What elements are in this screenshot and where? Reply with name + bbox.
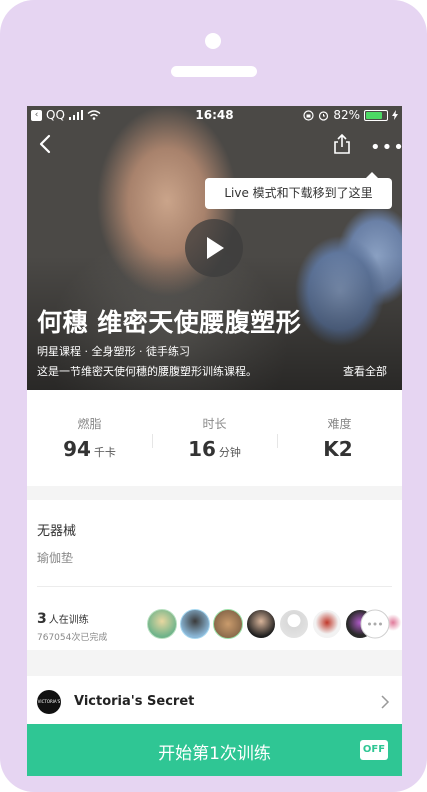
brand-logo: VICTORIA'S SECRET xyxy=(37,690,61,728)
more-dots-icon[interactable]: ••• xyxy=(370,137,402,158)
training-now-count: 3 人在训练 xyxy=(37,611,89,627)
course-tags: 明星课程 · 全身塑形 · 徒手练习 xyxy=(37,345,190,358)
offline-toggle[interactable]: OFF xyxy=(360,740,388,760)
equipment-section: 无器械 瑜伽垫 xyxy=(27,500,402,588)
orientation-lock-icon xyxy=(303,109,314,121)
share-icon[interactable] xyxy=(332,134,352,154)
play-icon xyxy=(207,237,224,259)
alarm-icon xyxy=(319,110,329,121)
earpiece-speaker xyxy=(171,66,257,77)
stat-unit: 分钟 xyxy=(218,446,241,459)
more-avatars-icon[interactable] xyxy=(360,609,390,639)
completed-count: 767054次已完成 xyxy=(37,633,108,643)
section-divider xyxy=(37,586,392,587)
avatar[interactable] xyxy=(213,609,243,639)
brand-name: Victoria's Secret xyxy=(74,694,195,709)
charging-icon xyxy=(392,110,398,120)
status-right: 82% xyxy=(303,108,398,122)
stat-label: 难度 xyxy=(327,417,352,431)
battery-icon xyxy=(364,109,388,121)
stat-calories: 燃脂 94 千卡 xyxy=(27,390,152,486)
avatar[interactable] xyxy=(246,609,276,639)
view-all-link[interactable]: 查看全部 xyxy=(343,363,387,379)
equipment-item: 瑜伽垫 xyxy=(37,551,74,565)
stat-difficulty: 难度 K2 xyxy=(277,390,402,486)
stat-unit: 千卡 xyxy=(93,446,116,459)
battery-percent: 82% xyxy=(333,108,360,122)
stat-value: 16 xyxy=(188,437,216,461)
start-training-label: 开始第1次训练 xyxy=(158,744,271,764)
chevron-right-icon xyxy=(381,695,390,709)
stat-value: K2 xyxy=(323,437,353,461)
trainers-section[interactable]: 3 人在训练 767054次已完成 xyxy=(27,588,402,650)
stat-duration: 时长 16 分钟 xyxy=(152,390,277,486)
avatar[interactable] xyxy=(312,609,342,639)
course-description: 这是一节维密天使何穗的腰腹塑形训练课程。 xyxy=(37,365,257,378)
training-count-label: 人在训练 xyxy=(48,615,89,626)
stat-label: 时长 xyxy=(202,417,227,431)
stat-label: 燃脂 xyxy=(77,417,102,431)
avatar[interactable] xyxy=(279,609,309,639)
app-screen: ‹ QQ 16:48 82% ••• Live 模式和下载移到了这里 何穗 维密… xyxy=(27,106,402,776)
course-title: 何穗 维密天使腰腹塑形 xyxy=(37,308,302,337)
brand-row[interactable]: VICTORIA'S SECRET Victoria's Secret xyxy=(27,676,402,728)
avatar[interactable] xyxy=(147,609,177,639)
training-count-number: 3 xyxy=(37,611,47,627)
front-camera xyxy=(205,33,221,49)
course-stats: 燃脂 94 千卡 时长 16 分钟 难度 K2 xyxy=(27,390,402,486)
status-bar: ‹ QQ 16:48 82% xyxy=(27,106,402,126)
back-chevron-icon[interactable] xyxy=(35,133,57,155)
equipment-title: 无器械 xyxy=(37,524,77,539)
feature-tooltip[interactable]: Live 模式和下载移到了这里 xyxy=(205,172,392,209)
play-button[interactable] xyxy=(185,219,243,277)
avatar[interactable] xyxy=(180,609,210,639)
stat-value: 94 xyxy=(63,437,91,461)
start-training-button[interactable]: 开始第1次训练 OFF xyxy=(27,724,402,776)
